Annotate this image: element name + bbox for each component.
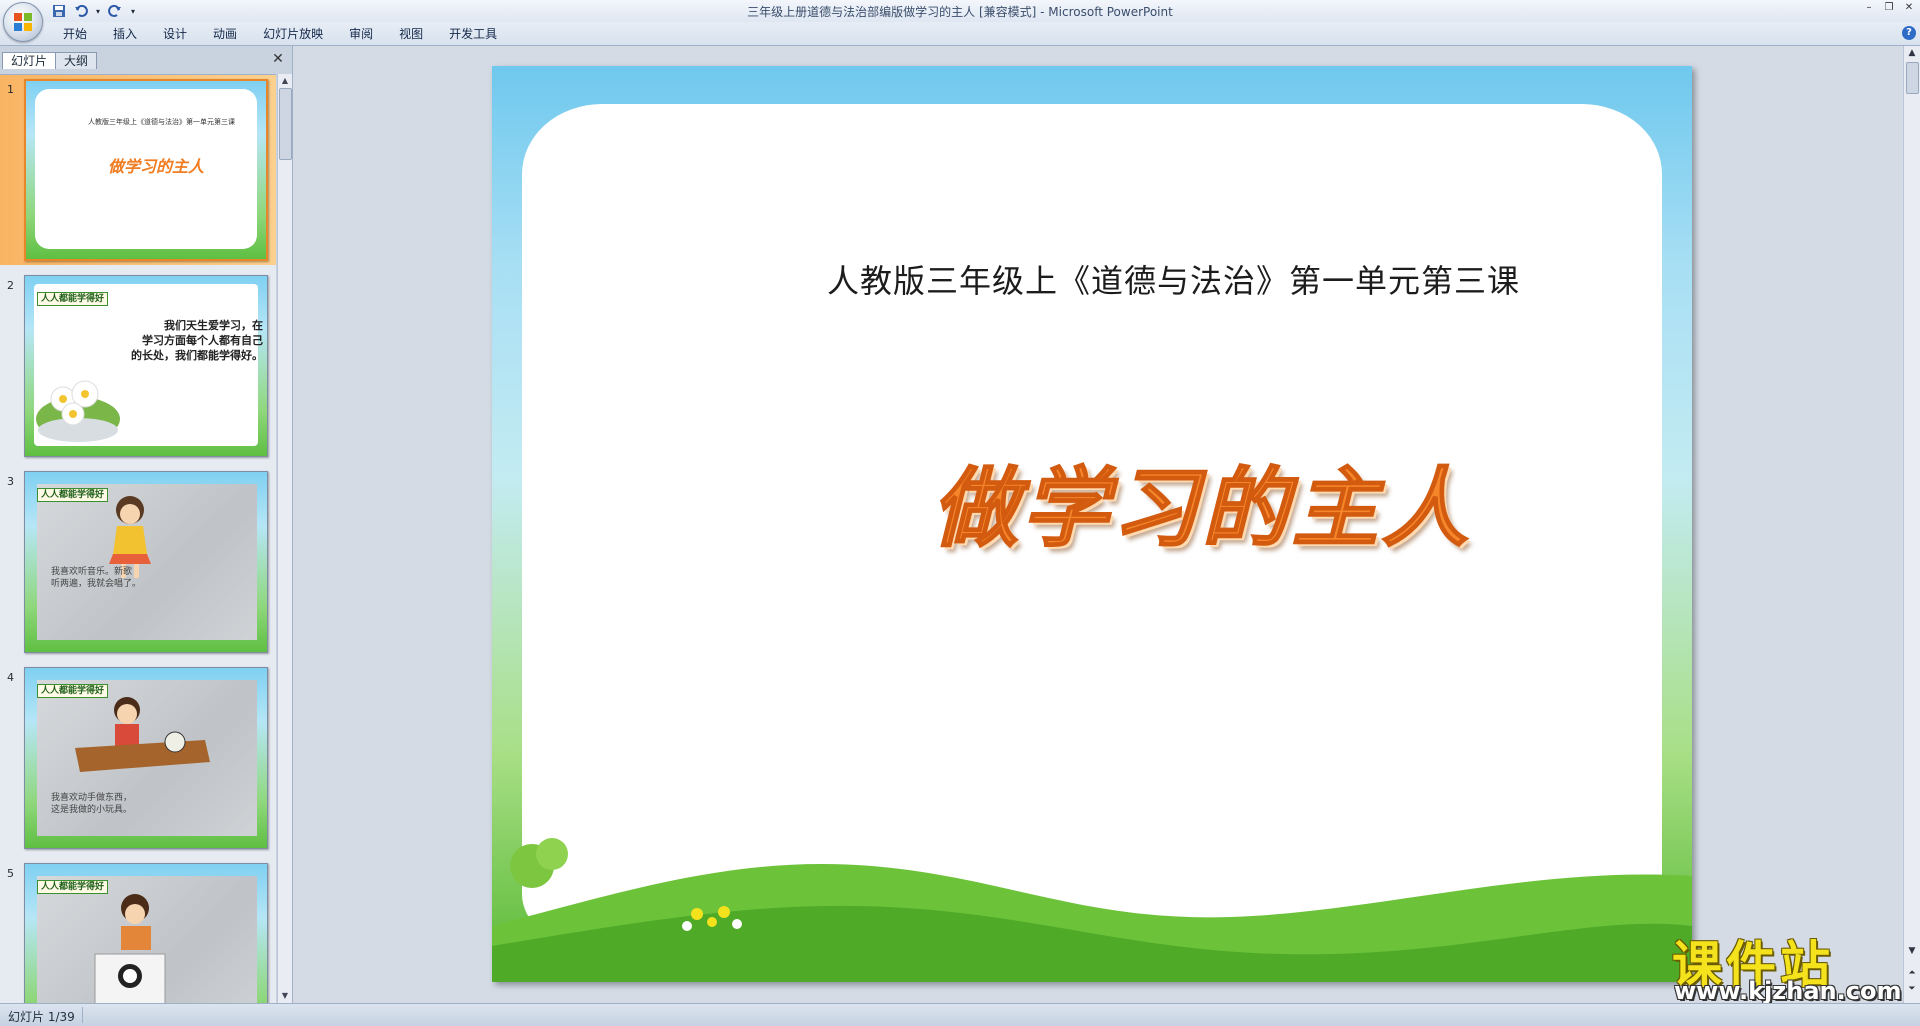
- thumbnail-tag: 人人都能学得好: [37, 684, 109, 698]
- slide-title[interactable]: 做学习的主人: [931, 438, 1612, 563]
- thumbnail-number: 3: [7, 475, 14, 488]
- tab-design[interactable]: 设计: [150, 26, 200, 42]
- tab-insert[interactable]: 插入: [100, 26, 150, 42]
- thumbnail-slide-1[interactable]: 1 人教版三年级上《道德与法治》第一单元第三课 做学习的主人: [0, 75, 276, 265]
- thumbnail-tag: 人人都能学得好: [37, 292, 109, 306]
- thumbnail-subtitle: 人教版三年级上《道德与法治》第一单元第三课: [88, 118, 235, 126]
- scroll-down-icon[interactable]: ▼: [280, 991, 290, 1001]
- pane-tabs: 幻灯片 大纲: [2, 52, 98, 70]
- slide-scrollbar[interactable]: ▲ ▼ ⏶ ⏷: [1903, 46, 1920, 1003]
- scrollbar-thumb[interactable]: [1906, 62, 1919, 94]
- thumbnail-slide-3[interactable]: 3 人人都能学得好 我喜欢听音乐。新歌 听两遍，我就会唱了。: [0, 467, 276, 657]
- status-divider: [82, 1007, 83, 1023]
- tab-slide-show[interactable]: 幻灯片放映: [250, 26, 336, 42]
- boy-crafting-image: [75, 697, 210, 772]
- help-icon[interactable]: ?: [1902, 26, 1916, 40]
- window-title: 三年级上册道德与法治部编版做学习的主人 [兼容模式] - Microsoft P…: [747, 5, 1173, 19]
- tab-outline[interactable]: 大纲: [55, 52, 98, 69]
- tab-animations[interactable]: 动画: [200, 26, 250, 42]
- girl-drawing-image: [94, 894, 166, 1004]
- pane-close-icon[interactable]: ✕: [271, 52, 285, 66]
- daisy-pot-image: [36, 380, 120, 442]
- thumbnail-number: 2: [7, 279, 14, 292]
- thumbnail-frame: 人人都能学得好 我们天生爱学习，在 学习方面每个人都有自己 的长处，我们都能学得…: [24, 275, 268, 457]
- scroll-down-icon[interactable]: ▼: [1906, 946, 1918, 956]
- thumbnail-slide-2[interactable]: 2 人人都能学得好 我们天生爱学习，在 学习方面每个人都有自己 的长处，我们都能…: [0, 271, 276, 461]
- previous-slide-icon[interactable]: ⏶: [1906, 968, 1918, 978]
- slide-indicator: 幻灯片 1/39: [8, 1010, 75, 1024]
- office-button[interactable]: [3, 2, 43, 42]
- slides-pane: 幻灯片 大纲 ✕ 1 人教版三年级上《道德与法治》第一单元第三课 做学习的主人 …: [0, 46, 293, 1004]
- thumbnail-caption: 我喜欢动手做东西， 这是我做的小玩具。: [51, 793, 133, 815]
- thumbnail-caption: 我喜欢听音乐。新歌 听两遍，我就会唱了。: [51, 567, 142, 589]
- thumbnail-number: 5: [7, 867, 14, 880]
- window-controls: – ❐ ✕: [1862, 2, 1916, 14]
- thumbnail-slide-4[interactable]: 4 人人都能学得好 我喜欢动手做东西， 这是我做的小玩具。: [0, 663, 276, 853]
- ribbon: 开始 插入 设计 动画 幻灯片放映 审阅 视图 开发工具 ?: [0, 22, 1920, 46]
- close-button[interactable]: ✕: [1902, 2, 1916, 14]
- thumbnail-slide-5[interactable]: 5 人人都能学得好: [0, 859, 276, 1004]
- thumbnail-number: 4: [7, 671, 14, 684]
- tab-home[interactable]: 开始: [50, 26, 100, 42]
- office-logo-icon: [14, 13, 32, 31]
- tab-developer[interactable]: 开发工具: [436, 26, 510, 42]
- thumbnail-tag: 人人都能学得好: [37, 880, 109, 894]
- current-slide[interactable]: 人教版三年级上《道德与法治》第一单元第三课 做学习的主人: [492, 66, 1692, 982]
- title-bar: ▾ ▾ 三年级上册道德与法治部编版做学习的主人 [兼容模式] - Microso…: [0, 0, 1920, 42]
- tab-review[interactable]: 审阅: [336, 26, 386, 42]
- scroll-up-icon[interactable]: ▲: [280, 76, 290, 86]
- thumbnail-list: 1 人教版三年级上《道德与法治》第一单元第三课 做学习的主人 2 人人都能学得好…: [0, 74, 276, 1004]
- tab-view[interactable]: 视图: [386, 26, 436, 42]
- status-bar: 幻灯片 1/39: [0, 1003, 1920, 1026]
- watermark-logo: 课件站 www.kjzhan.com: [1670, 925, 1902, 1005]
- thumbnail-frame: 人人都能学得好 我喜欢听音乐。新歌 听两遍，我就会唱了。: [24, 471, 268, 653]
- thumbnail-scrollbar[interactable]: ▲ ▼: [277, 74, 292, 1003]
- thumbnail-title: 做学习的主人: [108, 157, 205, 176]
- next-slide-icon[interactable]: ⏷: [1906, 984, 1918, 994]
- watermark-url: www.kjzhan.com: [1674, 977, 1902, 1005]
- thumbnail-frame: 人人都能学得好 我喜欢动手做东西， 这是我做的小玩具。: [24, 667, 268, 849]
- minimize-button[interactable]: –: [1862, 2, 1876, 14]
- scrollbar-thumb[interactable]: [279, 88, 292, 160]
- restore-button[interactable]: ❐: [1882, 2, 1896, 14]
- thumbnail-body-text: 我们天生爱学习，在 学习方面每个人都有自己 的长处，我们都能学得好。: [131, 319, 263, 362]
- ribbon-tabs: 开始 插入 设计 动画 幻灯片放映 审阅 视图 开发工具: [50, 26, 510, 42]
- thumbnail-number: 1: [7, 83, 14, 96]
- slide-subtitle[interactable]: 人教版三年级上《道德与法治》第一单元第三课: [827, 256, 1687, 302]
- thumbnail-tag: 人人都能学得好: [37, 488, 109, 502]
- thumbnail-frame: 人教版三年级上《道德与法治》第一单元第三课 做学习的主人: [24, 79, 268, 261]
- slide-editing-area: 人教版三年级上《道德与法治》第一单元第三课 做学习的主人: [293, 46, 1902, 1003]
- thumbnail-frame: 人人都能学得好: [24, 863, 268, 1004]
- scroll-up-icon[interactable]: ▲: [1906, 48, 1918, 58]
- tab-slides[interactable]: 幻灯片: [2, 52, 57, 69]
